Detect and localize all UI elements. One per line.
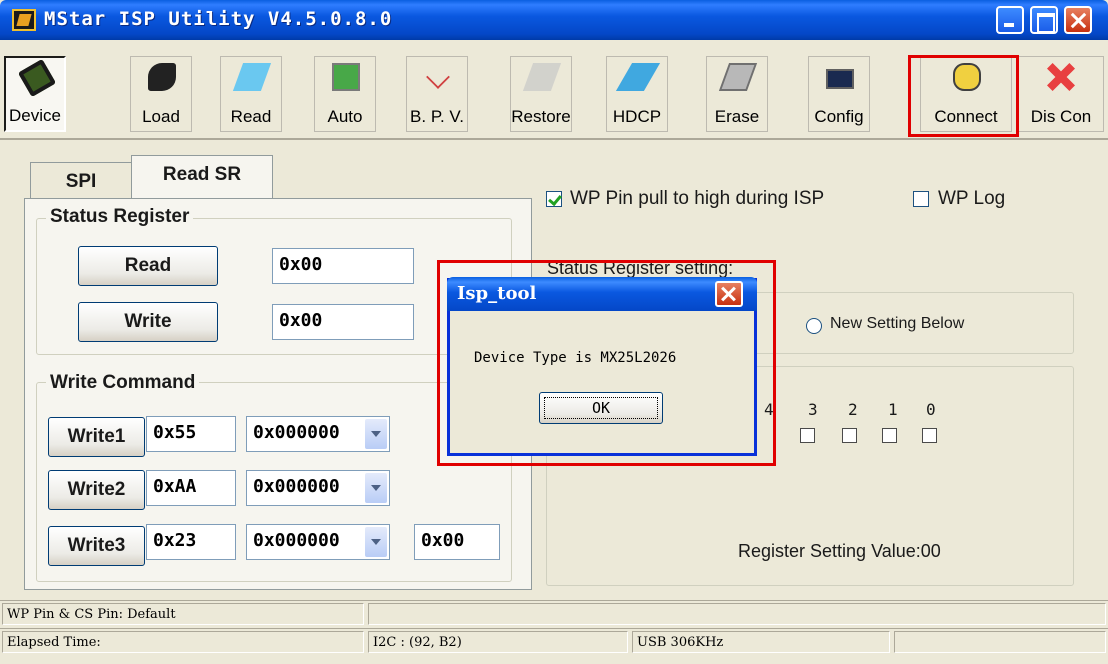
restore-label: Restore bbox=[511, 107, 571, 126]
sr-setting-label: Status Register setting: bbox=[547, 258, 734, 278]
disconnect-label: Dis Con bbox=[1030, 107, 1092, 126]
hdcp-button[interactable]: HDCP bbox=[606, 56, 668, 132]
dialog-title-bar: Isp_tool bbox=[447, 277, 757, 311]
hdcp-label: HDCP bbox=[612, 107, 662, 126]
connect-icon bbox=[953, 63, 981, 91]
read-value-field[interactable]: 0x00 bbox=[272, 248, 414, 284]
bit-2-label: 2 bbox=[848, 400, 858, 419]
chip-icon bbox=[17, 58, 57, 98]
app-logo-icon bbox=[12, 9, 36, 31]
bit-4-label: 4 bbox=[764, 400, 774, 419]
config-label: Config bbox=[814, 107, 864, 126]
bpv-button[interactable]: B. P. V. bbox=[406, 56, 468, 132]
bit-0-label: 0 bbox=[926, 400, 936, 419]
new-setting-radio[interactable] bbox=[806, 318, 822, 334]
read-icon bbox=[232, 63, 272, 91]
write1-address-select[interactable]: 0x000000 bbox=[246, 416, 390, 452]
bit-3-checkbox[interactable] bbox=[800, 428, 815, 443]
bit-2-checkbox[interactable] bbox=[842, 428, 857, 443]
i2c-status: I2C : (92, B2) bbox=[368, 631, 628, 653]
wp-pull-checkbox[interactable] bbox=[546, 191, 562, 207]
title-bar: MStar ISP Utility V4.5.0.8.0 bbox=[0, 0, 1108, 40]
erase-icon bbox=[718, 63, 758, 91]
wp-log-label: WP Log bbox=[938, 188, 1006, 209]
bit-0-checkbox[interactable] bbox=[922, 428, 937, 443]
auto-button[interactable]: Auto bbox=[314, 56, 376, 132]
erase-label: Erase bbox=[714, 107, 760, 126]
connect-button[interactable]: Connect bbox=[920, 56, 1012, 132]
device-label: Device bbox=[9, 106, 61, 125]
read-sr-button[interactable]: Read bbox=[78, 246, 218, 286]
read-toolbar-label: Read bbox=[230, 107, 272, 126]
dialog-ok-button[interactable]: OK bbox=[539, 392, 663, 424]
tab-read-sr[interactable]: Read SR bbox=[131, 155, 273, 199]
chevron-down-icon[interactable] bbox=[365, 527, 387, 557]
write1-cmd-field[interactable]: 0x55 bbox=[146, 416, 236, 452]
write-command-title: Write Command bbox=[46, 372, 200, 394]
write3-address-select[interactable]: 0x000000 bbox=[246, 524, 390, 560]
erase-button[interactable]: Erase bbox=[706, 56, 768, 132]
write3-cmd-field[interactable]: 0x23 bbox=[146, 524, 236, 560]
wp-log-checkbox[interactable] bbox=[913, 191, 929, 207]
usb-status: USB 306KHz bbox=[632, 631, 890, 653]
write3-button[interactable]: Write3 bbox=[48, 526, 145, 566]
load-label: Load bbox=[142, 107, 180, 126]
load-button[interactable]: Load bbox=[130, 56, 192, 132]
write1-button[interactable]: Write1 bbox=[48, 417, 145, 457]
config-button[interactable]: Config bbox=[808, 56, 870, 132]
write2-address-value: 0x000000 bbox=[253, 476, 340, 497]
chevron-down-icon[interactable] bbox=[365, 419, 387, 449]
wp-pull-label: WP Pin pull to high during ISP bbox=[570, 188, 825, 209]
bit-1-checkbox[interactable] bbox=[882, 428, 897, 443]
write3-data-field[interactable]: 0x00 bbox=[414, 524, 500, 560]
device-button[interactable]: Device bbox=[4, 56, 66, 132]
elapsed-time-status: Elapsed Time: bbox=[2, 631, 364, 653]
close-button[interactable] bbox=[1064, 6, 1092, 34]
load-icon bbox=[148, 63, 176, 91]
disconnect-button[interactable]: Dis Con bbox=[1018, 56, 1104, 132]
auto-icon bbox=[332, 63, 360, 91]
hdcp-icon bbox=[615, 63, 661, 91]
config-icon bbox=[826, 69, 854, 89]
status-register-title: Status Register bbox=[46, 206, 194, 228]
dialog-close-button[interactable] bbox=[715, 281, 743, 307]
window-title: MStar ISP Utility V4.5.0.8.0 bbox=[44, 8, 393, 30]
status-bar-row1: WP Pin & CS Pin: Default bbox=[0, 600, 1108, 626]
write2-cmd-field[interactable]: 0xAA bbox=[146, 470, 236, 506]
status-bar-row2: Elapsed Time: I2C : (92, B2) USB 306KHz bbox=[0, 628, 1108, 664]
write2-button[interactable]: Write2 bbox=[48, 470, 145, 510]
wp-cs-status: WP Pin & CS Pin: Default bbox=[2, 603, 364, 625]
write-sr-button[interactable]: Write bbox=[78, 302, 218, 342]
write2-address-select[interactable]: 0x000000 bbox=[246, 470, 390, 506]
minimize-button[interactable] bbox=[996, 6, 1024, 34]
disconnect-icon bbox=[1047, 63, 1075, 91]
maximize-button[interactable] bbox=[1030, 6, 1058, 34]
register-setting-value: Register Setting Value:00 bbox=[738, 541, 941, 561]
write1-address-value: 0x000000 bbox=[253, 422, 340, 443]
status-cell-empty-2 bbox=[894, 631, 1106, 653]
blank-program-verify-icon bbox=[426, 65, 450, 89]
connect-label: Connect bbox=[934, 107, 998, 126]
bit-3-label: 3 bbox=[808, 400, 818, 419]
read-toolbar-button[interactable]: Read bbox=[220, 56, 282, 132]
bpv-label: B. P. V. bbox=[410, 107, 464, 126]
dialog-title: Isp_tool bbox=[457, 283, 537, 304]
isp-tool-dialog: Isp_tool Device Type is MX25L2026 OK bbox=[447, 277, 757, 456]
restore-icon bbox=[522, 63, 562, 91]
status-cell-empty-1 bbox=[368, 603, 1106, 625]
write-value-field[interactable]: 0x00 bbox=[272, 304, 414, 340]
new-setting-label: New Setting Below bbox=[830, 315, 965, 332]
restore-button[interactable]: Restore bbox=[510, 56, 572, 132]
write3-address-value: 0x000000 bbox=[253, 530, 340, 551]
dialog-message: Device Type is MX25L2026 bbox=[474, 350, 677, 366]
chevron-down-icon[interactable] bbox=[365, 473, 387, 503]
bit-1-label: 1 bbox=[888, 400, 898, 419]
auto-label: Auto bbox=[327, 107, 363, 126]
tab-spi[interactable]: SPI bbox=[30, 162, 132, 198]
